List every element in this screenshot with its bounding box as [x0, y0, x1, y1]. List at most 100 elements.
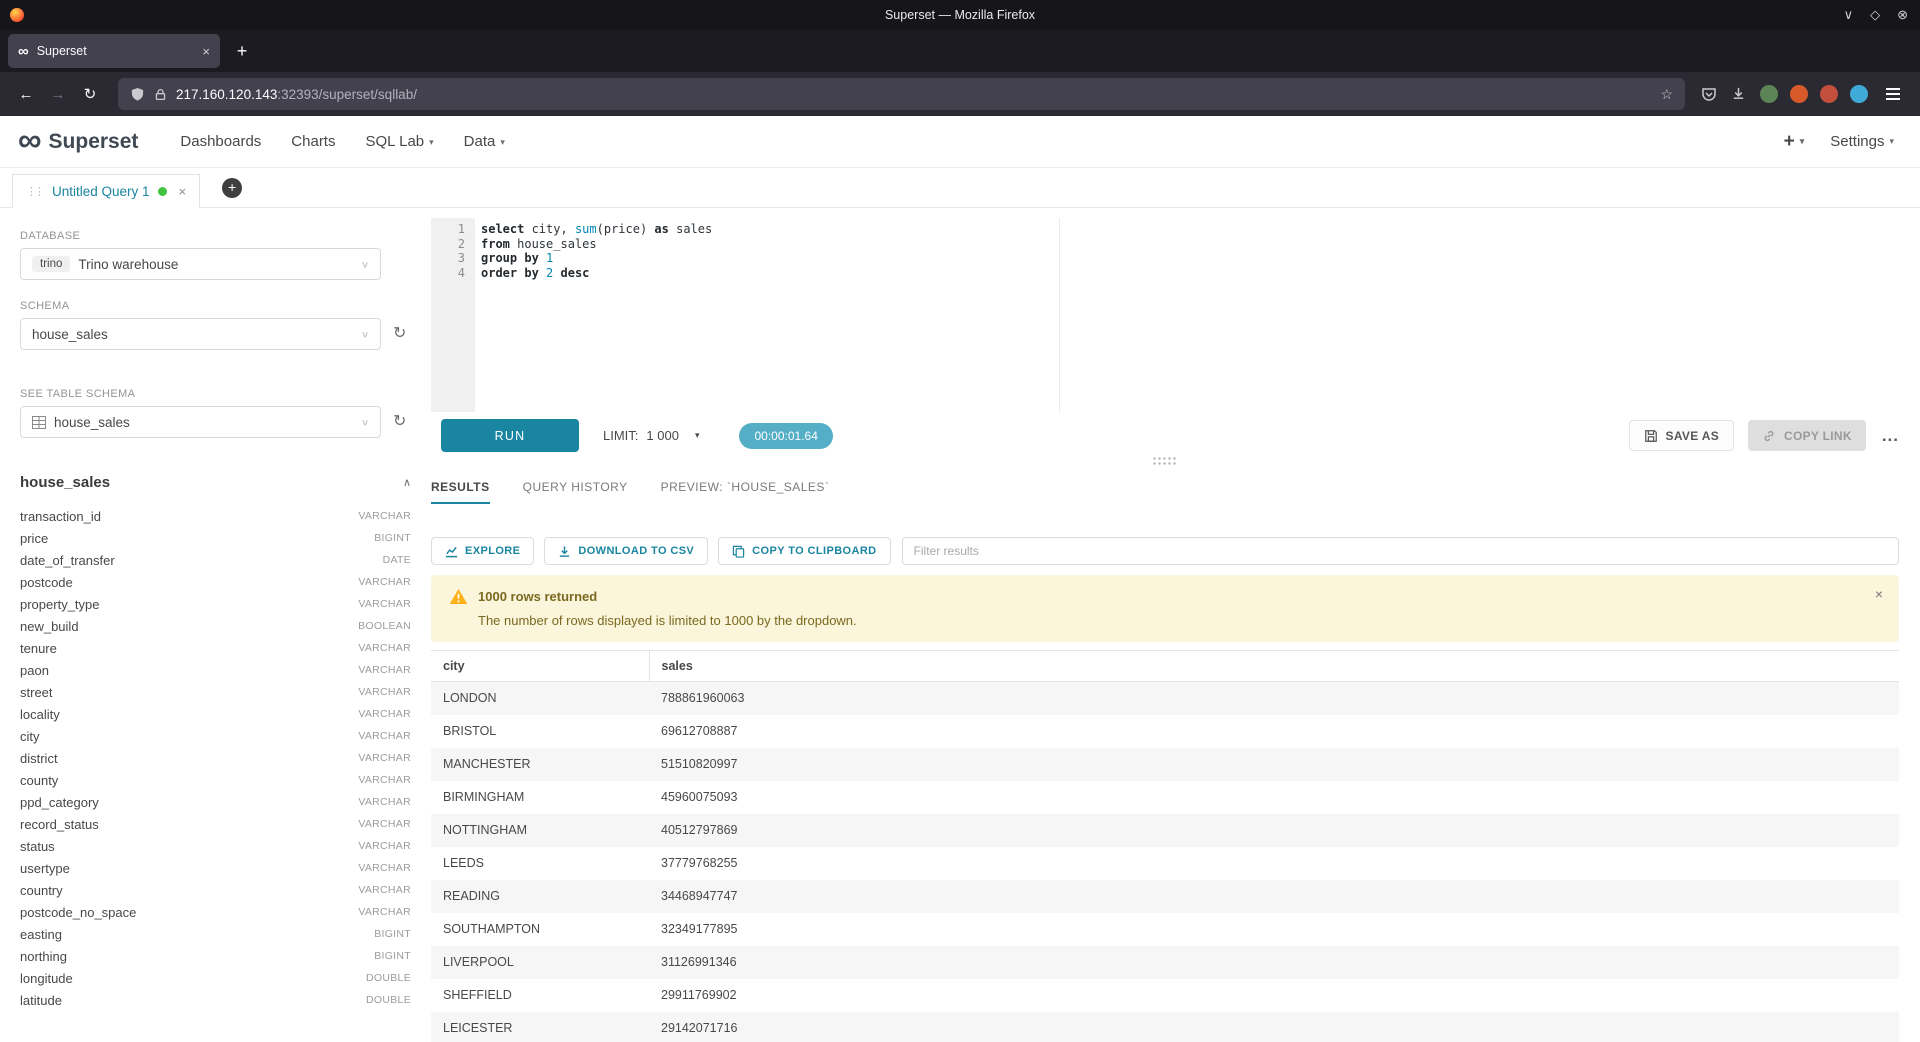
column-row[interactable]: districtVARCHAR — [20, 747, 411, 769]
column-row[interactable]: eastingBIGINT — [20, 923, 411, 945]
column-type: VARCHAR — [358, 664, 411, 676]
drag-grip-icon[interactable]: ⋮⋮ — [26, 185, 42, 198]
column-name: tenure — [20, 641, 57, 656]
nav-item-sql-lab[interactable]: SQL Lab▾ — [365, 133, 433, 150]
results-tab-query-history[interactable]: QUERY HISTORY — [523, 480, 628, 504]
downloads-icon[interactable] — [1731, 86, 1746, 101]
column-row[interactable]: ppd_categoryVARCHAR — [20, 791, 411, 813]
pane-resize-handle[interactable] — [431, 452, 1899, 468]
extension-icon-4[interactable] — [1850, 85, 1868, 103]
schema-select[interactable]: house_sales ∨ — [20, 318, 381, 350]
nav-item-dashboards[interactable]: Dashboards — [180, 133, 261, 150]
column-row[interactable]: cityVARCHAR — [20, 725, 411, 747]
explore-button[interactable]: EXPLORE — [431, 537, 534, 565]
table-schema-header[interactable]: house_sales ∧ — [20, 474, 411, 491]
results-column-header[interactable]: city — [431, 651, 649, 682]
sql-toolbar: RUN LIMIT: 1 000 ▾ 00:00:01.64 SAVE AS C… — [431, 419, 1899, 452]
run-button[interactable]: RUN — [441, 419, 579, 452]
results-table-container[interactable]: citysales LONDON788861960063BRISTOL69612… — [431, 650, 1899, 1042]
column-type: BIGINT — [374, 532, 411, 544]
column-row[interactable]: postcodeVARCHAR — [20, 571, 411, 593]
column-row[interactable]: new_buildBOOLEAN — [20, 615, 411, 637]
column-row[interactable]: priceBIGINT — [20, 527, 411, 549]
bookmark-star-icon[interactable]: ☆ — [1660, 86, 1673, 103]
column-row[interactable]: paonVARCHAR — [20, 659, 411, 681]
column-row[interactable]: date_of_transferDATE — [20, 549, 411, 571]
new-item-menu[interactable]: + ▾ — [1784, 131, 1805, 153]
results-column-header[interactable]: sales — [649, 651, 1899, 682]
tracking-shield-icon[interactable] — [130, 87, 145, 102]
column-row[interactable]: latitudeDOUBLE — [20, 989, 411, 1011]
more-options-button[interactable]: ... — [1882, 426, 1899, 446]
alert-close-icon[interactable]: × — [1875, 586, 1883, 602]
copy-link-button[interactable]: COPY LINK — [1748, 420, 1866, 451]
menu-icon[interactable] — [1882, 84, 1904, 103]
column-row[interactable]: transaction_idVARCHAR — [20, 505, 411, 527]
lock-icon[interactable] — [154, 88, 167, 101]
settings-menu[interactable]: Settings ▾ — [1830, 133, 1894, 150]
copy-to-clipboard-button[interactable]: COPY TO CLIPBOARD — [718, 537, 890, 565]
window-minimize-icon[interactable]: ∨ — [1844, 7, 1854, 23]
url-bar[interactable]: 217.160.120.143:32393/superset/sqllab/ ☆ — [118, 78, 1685, 110]
column-row[interactable]: streetVARCHAR — [20, 681, 411, 703]
results-tab-preview[interactable]: PREVIEW: `HOUSE_SALES` — [661, 480, 830, 504]
column-row[interactable]: countryVARCHAR — [20, 879, 411, 901]
filter-results-input[interactable] — [902, 537, 1899, 565]
table-select[interactable]: house_sales ∨ — [20, 406, 381, 438]
pocket-icon[interactable] — [1701, 86, 1717, 102]
nav-item-data[interactable]: Data▾ — [464, 133, 505, 150]
column-row[interactable]: tenureVARCHAR — [20, 637, 411, 659]
app-header: ∞ Superset DashboardsChartsSQL Lab▾Data▾… — [0, 116, 1920, 168]
window-close-icon[interactable]: ⊗ — [1897, 7, 1908, 23]
reload-button[interactable]: ↻ — [74, 78, 106, 110]
browser-tab-title: Superset — [37, 44, 87, 58]
limit-dropdown[interactable]: LIMIT: 1 000 ▾ — [603, 428, 699, 443]
table-icon — [32, 416, 46, 429]
database-select[interactable]: trino Trino warehouse ∨ — [20, 248, 381, 280]
add-query-tab-button[interactable]: + — [222, 178, 242, 198]
refresh-table-icon[interactable]: ↻ — [393, 414, 406, 430]
nav-item-charts[interactable]: Charts — [291, 133, 335, 150]
save-as-button[interactable]: SAVE AS — [1629, 420, 1734, 451]
superset-brand[interactable]: ∞ Superset — [18, 130, 138, 154]
column-row[interactable]: usertypeVARCHAR — [20, 857, 411, 879]
column-name: postcode_no_space — [20, 905, 136, 920]
chevron-down-icon: ▾ — [695, 430, 700, 441]
column-row[interactable]: countyVARCHAR — [20, 769, 411, 791]
extension-icon-3[interactable] — [1820, 85, 1838, 103]
column-row[interactable]: record_statusVARCHAR — [20, 813, 411, 835]
column-type: VARCHAR — [358, 686, 411, 698]
tab-close-icon[interactable]: × — [202, 44, 210, 59]
chevron-up-icon[interactable]: ∧ — [403, 476, 411, 489]
browser-tab[interactable]: ∞ Superset × — [8, 34, 220, 68]
sql-editor[interactable]: 1234 select city, sum(price) as salesfro… — [431, 218, 1899, 412]
new-tab-button[interactable]: + — [228, 37, 256, 65]
download-csv-label: DOWNLOAD TO CSV — [578, 545, 694, 557]
column-row[interactable]: localityVARCHAR — [20, 703, 411, 725]
table-cell: LONDON — [431, 682, 649, 715]
schema-value: house_sales — [32, 327, 108, 342]
nav-item-label: SQL Lab — [365, 133, 424, 150]
editor-code[interactable]: select city, sum(price) as salesfrom hou… — [475, 218, 1899, 412]
column-name: date_of_transfer — [20, 553, 115, 568]
column-name: county — [20, 773, 58, 788]
back-button[interactable]: ← — [10, 78, 42, 110]
nav-item-label: Charts — [291, 133, 335, 150]
refresh-schema-icon[interactable]: ↻ — [393, 326, 406, 342]
window-maximize-icon[interactable]: ◇ — [1870, 7, 1880, 23]
column-row[interactable]: longitudeDOUBLE — [20, 967, 411, 989]
chevron-down-icon: ∨ — [361, 417, 369, 427]
column-row[interactable]: postcode_no_spaceVARCHAR — [20, 901, 411, 923]
alert-message: The number of rows displayed is limited … — [478, 613, 1883, 628]
column-row[interactable]: property_typeVARCHAR — [20, 593, 411, 615]
column-row[interactable]: statusVARCHAR — [20, 835, 411, 857]
results-tab-results[interactable]: RESULTS — [431, 480, 490, 504]
query-tab-close-icon[interactable]: × — [179, 184, 187, 199]
column-row[interactable]: northingBIGINT — [20, 945, 411, 967]
query-tab-active[interactable]: ⋮⋮ Untitled Query 1 × — [12, 174, 200, 208]
forward-button[interactable]: → — [42, 78, 74, 110]
chevron-down-icon: ▾ — [500, 137, 505, 148]
extension-icon-1[interactable] — [1760, 85, 1778, 103]
extension-icon-2[interactable] — [1790, 85, 1808, 103]
download-csv-button[interactable]: DOWNLOAD TO CSV — [544, 537, 708, 565]
